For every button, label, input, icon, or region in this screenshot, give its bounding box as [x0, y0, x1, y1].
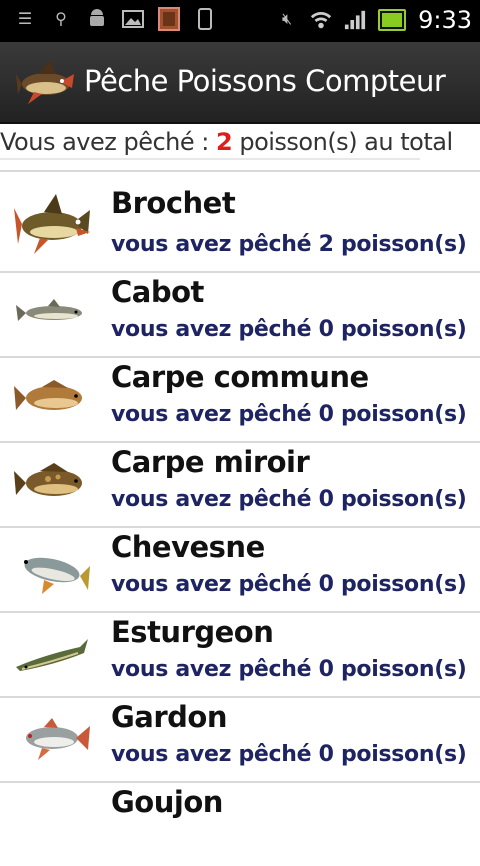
fish-count: vous avez pêché 0 poisson(s) — [111, 487, 467, 512]
fish-item-cabot[interactable]: Cabot vous avez pêché 0 poisson(s) — [0, 271, 480, 356]
chub-icon — [24, 557, 90, 594]
system-tray: 🔇︎ 9:33 — [276, 6, 472, 34]
fish-count: vous avez pêché 0 poisson(s) — [111, 402, 467, 427]
fish-name: Esturgeon — [111, 615, 274, 649]
phone-icon — [194, 8, 216, 30]
notification-area: ☰ ⚲ — [14, 7, 216, 31]
signal-icon — [344, 9, 366, 31]
fish-logo-icon[interactable] — [16, 52, 76, 110]
fish-name: Carpe commune — [111, 360, 369, 394]
total-suffix: poisson(s) au total — [232, 128, 453, 156]
fish-item-esturgeon[interactable]: Esturgeon vous avez pêché 0 poisson(s) — [0, 611, 480, 696]
fish-name: Carpe miroir — [111, 445, 310, 479]
battery-icon — [378, 9, 407, 31]
common-carp-icon — [14, 380, 82, 410]
fish-list: Brochet vous avez pêché 2 poisson(s) Cab… — [0, 170, 480, 866]
sd-card-icon — [158, 7, 180, 31]
pike-icon — [14, 194, 90, 254]
fish-count: vous avez pêché 0 poisson(s) — [111, 742, 467, 767]
fish-item-carpe-miroir[interactable]: Carpe miroir vous avez pêché 0 poisson(s… — [0, 441, 480, 526]
chub-fish-icon — [16, 299, 82, 321]
status-time: 9:33 — [418, 6, 472, 34]
fish-item-gardon[interactable]: Gardon vous avez pêché 0 poisson(s) — [0, 696, 480, 781]
mute-icon: 🔇︎ — [282, 11, 293, 28]
notification-icon: ☰ — [17, 11, 33, 28]
fish-item-goujon[interactable]: Goujon — [0, 781, 480, 866]
roach-icon — [26, 718, 90, 760]
total-prefix: Vous avez pêché : — [0, 128, 216, 156]
fish-name: Cabot — [111, 275, 204, 309]
image-icon — [122, 8, 144, 30]
usb-icon: ⚲ — [55, 11, 67, 28]
android-icon — [86, 8, 108, 30]
sturgeon-icon — [16, 639, 88, 671]
fish-count: vous avez pêché 0 poisson(s) — [111, 657, 467, 682]
mirror-carp-icon — [14, 463, 82, 496]
fish-name: Brochet — [111, 186, 236, 220]
fish-count: vous avez pêché 0 poisson(s) — [111, 572, 467, 597]
fish-name: Gardon — [111, 700, 228, 734]
total-summary: Vous avez pêché : 2 poisson(s) au total — [0, 124, 480, 160]
wifi-icon — [310, 9, 332, 31]
fish-count: vous avez pêché 0 poisson(s) — [111, 317, 467, 342]
app-title: Pêche Poissons Compteur — [84, 64, 446, 98]
fish-name: Chevesne — [111, 530, 265, 564]
fish-item-chevesne[interactable]: Chevesne vous avez pêché 0 poisson(s) — [0, 526, 480, 611]
status-bar: ☰ ⚲ 🔇︎ 9:33 — [0, 0, 480, 42]
fish-count: vous avez pêché 2 poisson(s) — [111, 232, 467, 257]
fish-item-brochet[interactable]: Brochet vous avez pêché 2 poisson(s) — [0, 170, 480, 271]
total-count: 2 — [216, 128, 233, 156]
fish-name: Goujon — [111, 785, 223, 819]
divider — [0, 158, 420, 160]
action-bar: Pêche Poissons Compteur — [0, 42, 480, 124]
fish-item-carpe-commune[interactable]: Carpe commune vous avez pêché 0 poisson(… — [0, 356, 480, 441]
